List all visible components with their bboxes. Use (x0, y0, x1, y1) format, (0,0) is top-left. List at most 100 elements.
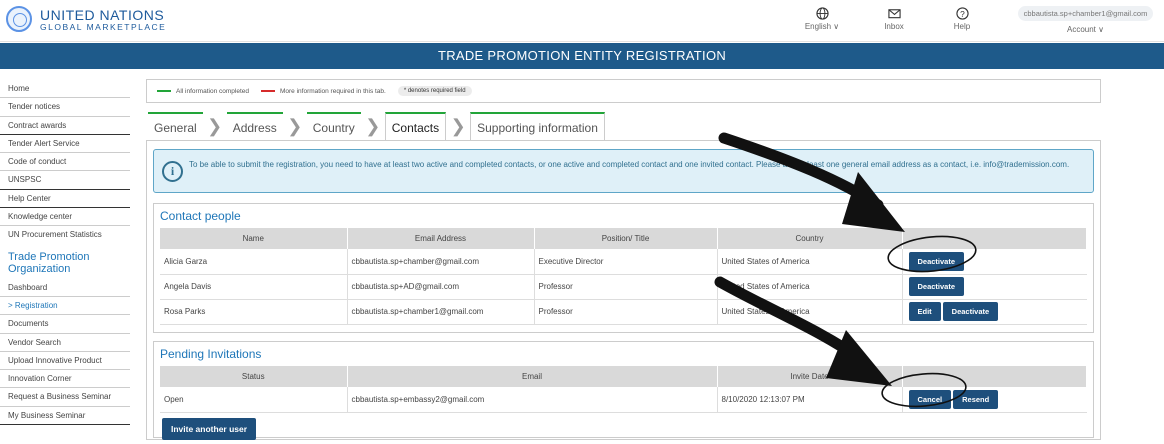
table-row: Angela Davis cbbautista.sp+AD@gmail.com … (160, 274, 1087, 300)
help-link[interactable]: ? Help (932, 7, 992, 31)
tab-contacts[interactable]: Contacts (384, 112, 447, 140)
col-country: Country (717, 228, 903, 249)
contact-people-table: Name Email Address Position/ Title Count… (160, 228, 1087, 325)
deactivate-button[interactable]: Deactivate (908, 251, 965, 271)
col-position: Position/ Title (534, 228, 718, 249)
sidebar-item-tender-alert[interactable]: Tender Alert Service (0, 135, 130, 154)
brand-subtitle[interactable]: GLOBAL MARKETPLACE (40, 22, 166, 32)
pending-invitations-title: Pending Invitations (160, 347, 262, 361)
language-label: English ∨ (804, 22, 840, 31)
col-actions (902, 228, 1087, 249)
invite-another-user-button[interactable]: Invite another user (162, 417, 257, 440)
deactivate-button[interactable]: Deactivate (908, 277, 965, 296)
sidebar: Home Tender notices Contract awards Tend… (0, 80, 130, 426)
sidebar-item-tender-notices[interactable]: Tender notices (0, 98, 130, 117)
legend-complete: All information completed (176, 87, 249, 95)
contact-people-panel: Contact people Name Email Address Positi… (153, 203, 1094, 333)
cell-country: United States of America (717, 249, 903, 275)
resend-button[interactable]: Resend (953, 389, 999, 409)
info-icon: i (162, 161, 183, 182)
chevron-right-icon: ❯ (450, 115, 466, 136)
status-legend: All information completed More informati… (146, 79, 1101, 103)
edit-button[interactable]: Edit (908, 302, 941, 321)
cell-name: Alicia Garza (160, 249, 348, 275)
cell-email: cbbautista.sp+AD@gmail.com (347, 274, 535, 300)
cancel-button[interactable]: Cancel (908, 389, 952, 409)
cell-email: cbbautista.sp+chamber1@gmail.com (347, 299, 535, 325)
sidebar-item-request-seminar[interactable]: Request a Business Seminar (0, 388, 130, 407)
sidebar-item-help-center[interactable]: Help Center (0, 190, 130, 209)
cell-actions: Deactivate (902, 249, 1087, 275)
table-row: Rosa Parks cbbautista.sp+chamber1@gmail.… (160, 299, 1087, 325)
sidebar-item-vendor-search[interactable]: Vendor Search (0, 334, 130, 352)
sidebar-item-code-of-conduct[interactable]: Code of conduct (0, 153, 130, 172)
contact-people-title: Contact people (160, 209, 241, 223)
col-invite-date: Invite Date (717, 366, 903, 387)
sidebar-section-title: Trade Promotion Organization (8, 250, 90, 275)
chevron-right-icon: > (8, 300, 15, 310)
account-label: Account ∨ (1067, 25, 1104, 34)
chevron-right-icon: ❯ (207, 115, 223, 136)
complete-line-icon (157, 90, 171, 92)
legend-more: More information required in this tab. (279, 87, 386, 95)
sidebar-item-procurement-stats[interactable]: UN Procurement Statistics (0, 226, 130, 244)
col-actions (902, 366, 1087, 387)
sidebar-item-my-seminar[interactable]: My Business Seminar (0, 407, 130, 426)
sidebar-item-dashboard[interactable]: Dashboard (0, 279, 130, 297)
svg-text:?: ? (960, 9, 965, 19)
pending-invitations-table: Status Email Invite Date Open cbbautista… (160, 366, 1087, 413)
table-row: Alicia Garza cbbautista.sp+chamber@gmail… (160, 249, 1087, 275)
cell-country: United States of America (717, 299, 903, 325)
cell-name: Rosa Parks (160, 299, 348, 325)
sidebar-item-home[interactable]: Home (0, 80, 130, 99)
account-menu[interactable]: cbbautista.sp+chamber1@gmail.com Account… (1013, 6, 1158, 34)
cell-actions: Deactivate (902, 274, 1087, 300)
info-text: To be able to submit the registration, y… (189, 160, 1070, 169)
language-selector[interactable]: English ∨ (792, 7, 852, 31)
page-banner: TRADE PROMOTION ENTITY REGISTRATION (0, 43, 1164, 69)
tab-address[interactable]: Address (226, 112, 283, 140)
col-email: Email (347, 366, 718, 387)
sidebar-item-registration[interactable]: > Registration (0, 297, 130, 316)
tab-supporting-information[interactable]: Supporting information (470, 112, 605, 140)
cell-email: cbbautista.sp+embassy2@gmail.com (347, 387, 718, 413)
table-row: Open cbbautista.sp+embassy2@gmail.com 8/… (160, 387, 1087, 413)
inbox-label: Inbox (884, 22, 904, 31)
tab-country[interactable]: Country (306, 112, 361, 140)
sidebar-item-documents[interactable]: Documents (0, 315, 130, 334)
required-line-icon (260, 90, 275, 92)
account-email: cbbautista.sp+chamber1@gmail.com (1017, 6, 1154, 21)
sidebar-item-knowledge-center[interactable]: Knowledge center (0, 208, 130, 227)
cell-position: Professor (534, 274, 718, 300)
cell-actions: Edit Deactivate (902, 299, 1087, 325)
sidebar-item-unspsc[interactable]: UNSPSC (0, 171, 130, 190)
brand-title[interactable]: UNITED NATIONS (40, 7, 164, 23)
deactivate-button[interactable]: Deactivate (942, 302, 999, 321)
globe-icon (815, 7, 829, 20)
cell-position: Executive Director (534, 249, 718, 275)
contacts-content: i To be able to submit the registration,… (146, 140, 1101, 440)
sidebar-item-contract-awards[interactable]: Contract awards (0, 117, 130, 135)
mail-icon (887, 9, 901, 19)
pending-invitations-panel: Pending Invitations Status Email Invite … (153, 341, 1094, 440)
info-alert: i To be able to submit the registration,… (153, 149, 1094, 193)
un-emblem-icon[interactable] (6, 6, 32, 32)
inbox-link[interactable]: Inbox (864, 7, 924, 31)
chevron-right-icon: ❯ (365, 115, 381, 136)
cell-status: Open (160, 387, 348, 413)
tab-general[interactable]: General (148, 112, 203, 140)
cell-position: Professor (534, 299, 718, 325)
sidebar-item-upload-product[interactable]: Upload Innovative Product (0, 352, 130, 371)
cell-invite-date: 8/10/2020 12:13:07 PM (717, 387, 903, 413)
cell-actions: Cancel Resend (902, 387, 1087, 413)
cell-name: Angela Davis (160, 274, 348, 300)
table-header: Name Email Address Position/ Title Count… (160, 228, 1087, 249)
col-name: Name (160, 228, 348, 249)
registration-tabs: General ❯ Address ❯ Country ❯ Contacts ❯… (148, 112, 605, 140)
chevron-right-icon: ❯ (287, 115, 303, 136)
sidebar-item-innovation-corner[interactable]: Innovation Corner (0, 370, 130, 389)
table-header: Status Email Invite Date (160, 366, 1087, 387)
cell-country: United States of America (717, 274, 903, 300)
help-icon: ? (955, 7, 969, 20)
sidebar-item-label: Registration (14, 300, 58, 310)
